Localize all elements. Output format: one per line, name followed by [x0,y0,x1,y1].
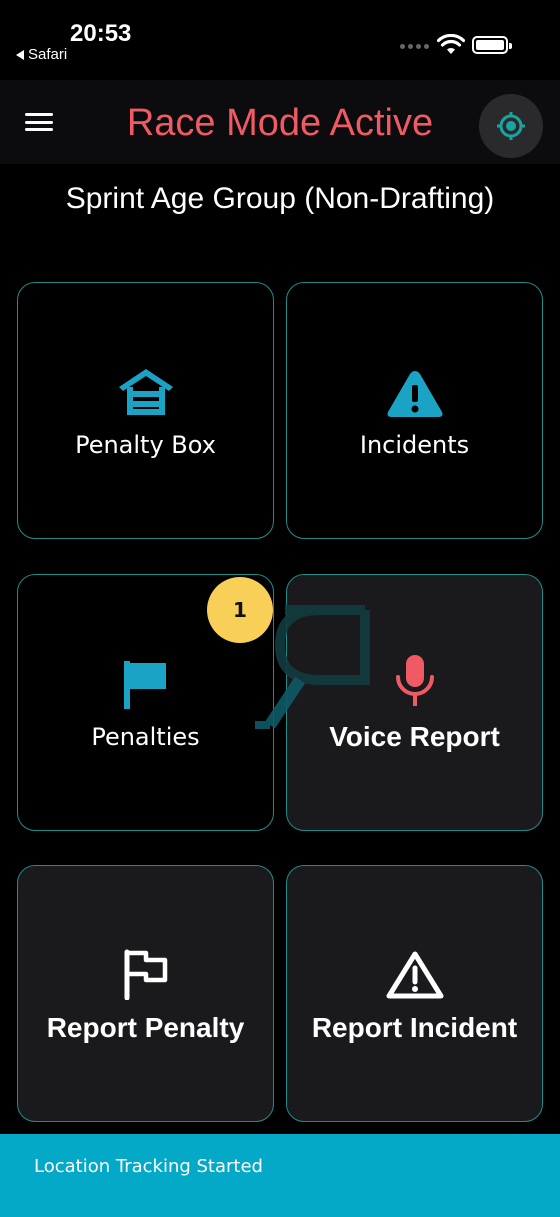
flag-outline-icon [124,949,167,1000]
incidents-tile[interactable]: Incidents [286,282,543,539]
warning-triangle-icon [387,371,442,417]
warning-outline-icon [386,951,443,999]
toast-message: Location Tracking Started [34,1156,263,1177]
location-button[interactable] [479,94,543,158]
crosshair-location-icon [497,112,525,140]
toast-notification: Location Tracking Started [0,1134,560,1217]
penalties-count-badge: 1 [207,577,273,643]
wifi-icon [437,34,465,54]
status-time: 20:53 [70,20,132,47]
status-bar: 20:53 Safari [0,0,560,80]
tile-label: Report Penalty [46,1012,245,1043]
report-incident-tile[interactable]: Report Incident [286,865,543,1122]
watermark-logo-icon [255,605,370,729]
report-penalty-tile[interactable]: Report Penalty [17,865,274,1122]
tile-label: Penalties [91,723,200,751]
back-arrow-icon [16,49,24,60]
back-app-label: Safari [28,46,68,63]
race-name: Sprint Age Group (Non-Drafting) [65,182,495,215]
battery-icon [472,36,512,54]
tile-label: Penalty Box [75,431,216,459]
tile-label: Incidents [359,431,470,459]
page-title: Race Mode Active [126,102,434,144]
cellular-signal-icon [400,44,429,49]
flag-icon [123,661,166,709]
app-header: Race Mode Active [0,80,560,164]
penalty-box-icon [118,369,173,415]
back-to-app-link[interactable]: Safari [16,46,67,63]
tile-label: Report Incident [311,1012,518,1043]
microphone-icon [395,655,434,706]
penalty-box-tile[interactable]: Penalty Box [17,282,274,539]
